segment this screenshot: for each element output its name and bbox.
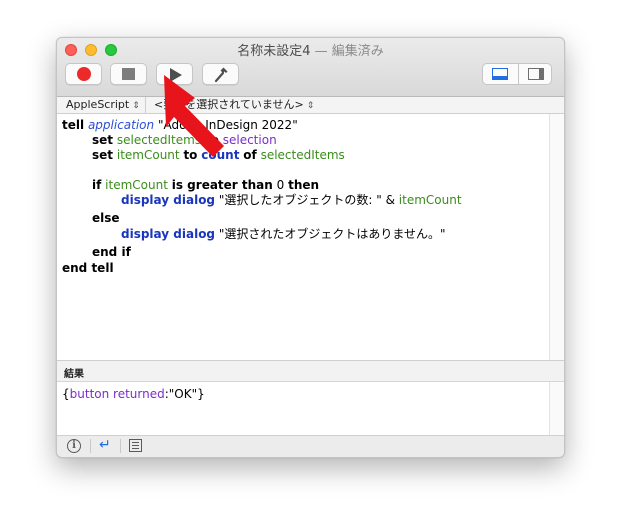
command: display dialog [121,227,216,241]
command: display dialog [121,193,216,207]
navigation-bar: AppleScript ⇕ <要素を選択されていません> ⇕ [57,97,564,114]
titlebar: 名称未設定4 — 編集済み [57,38,564,97]
string-literal: "選択されたオブジェクトはありません。" [218,227,446,241]
keyword: set [92,133,114,147]
code-line: end if [92,245,131,260]
result-value: {button returned:"OK"} [62,387,205,401]
keyword: tell [62,118,85,132]
updown-chevron-icon: ⇕ [132,101,140,111]
view-toggle [482,63,552,85]
log-list-icon[interactable] [129,439,142,452]
script-editor[interactable]: tell application "Adobe InDesign 2022" s… [57,114,549,360]
result-key: button returned [69,387,165,401]
string-literal: "選択したオブジェクトの数: " [218,193,382,207]
editor-scrollbar[interactable] [549,114,564,360]
bottom-divider [120,439,121,453]
bottom-divider [90,439,91,453]
result-string: "OK" [168,387,198,401]
record-icon [77,67,91,81]
return-icon[interactable]: ↵ [99,437,111,453]
operator: & [385,193,395,207]
result-label: 結果 [64,369,84,380]
code-line: if itemCount is greater than 0 then [92,178,319,193]
variable: selectedItems [260,148,345,162]
window-title: 名称未設定4 — 編集済み [57,40,564,59]
script-editor-window: 名称未設定4 — 編集済み AppleScript ⇕ <要素を選択されていませ… [56,37,565,458]
bottom-bar: i ↵ [57,435,564,457]
keyword: is greater than [171,178,273,192]
record-button[interactable] [65,63,102,85]
side-pane-icon [528,68,544,80]
keyword: end if [92,245,131,259]
variable: itemCount [398,193,462,207]
show-sidebar-button[interactable] [518,64,553,84]
code-line: end tell [62,261,114,276]
red-arrow-annotation [164,75,224,157]
edited-status: — 編集済み [314,44,384,59]
code-line: else [92,211,120,226]
info-icon[interactable]: i [67,439,81,453]
property: selection [222,133,277,147]
keyword: if [92,178,102,192]
show-result-pane-button[interactable] [483,64,517,84]
result-brace: { [62,387,70,401]
keyword: set [92,148,114,162]
language-popup[interactable]: AppleScript ⇕ [66,97,140,113]
result-pane-header[interactable]: 結果 [57,360,564,382]
result-brace: } [197,387,205,401]
code-line: display dialog "選択したオブジェクトの数: " & itemCo… [121,193,462,208]
keyword: then [288,178,320,192]
bottom-pane-icon [492,68,508,80]
updown-chevron-icon: ⇕ [306,101,315,111]
code-line: display dialog "選択されたオブジェクトはありません。" [121,227,446,242]
keyword: end tell [62,261,114,275]
number-literal: 0 [276,178,285,192]
result-scrollbar[interactable] [549,382,564,435]
variable: itemCount [105,178,168,192]
keyword: else [92,211,120,225]
stop-icon [122,68,135,80]
result-view[interactable]: {button returned:"OK"} [57,382,549,435]
language-label: AppleScript [66,98,130,111]
document-name: 名称未設定4 [237,44,311,59]
keyword: of [243,148,257,162]
